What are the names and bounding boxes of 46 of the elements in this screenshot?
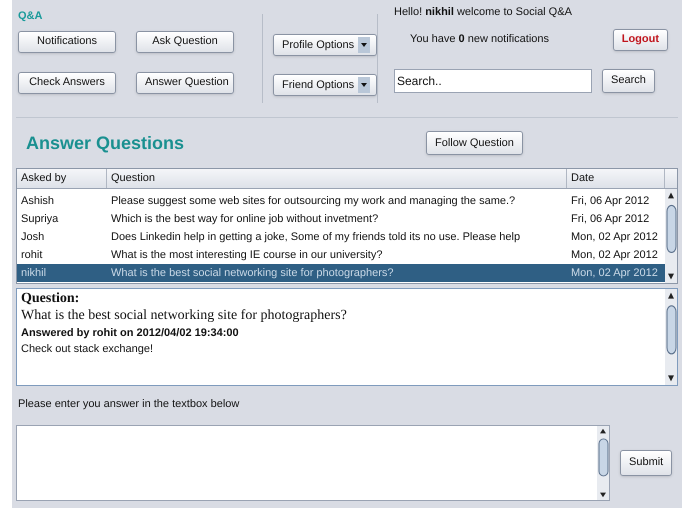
follow-question-button[interactable]: Follow Question [426,131,523,155]
table-scrollbar[interactable] [665,189,677,283]
table-row[interactable]: rohit What is the most interesting IE course in our university? Mon, 02 Apr 2012 [17,246,665,264]
search-field[interactable]: Search.. [394,68,592,92]
section-heading: Answer Questions [26,132,186,154]
options-dropdown[interactable]: Profile Options [273,34,377,56]
table-row[interactable]: nikhil What is the best social networking site for photographers? Mon, 02 Apr 2012 [17,264,665,282]
answer-prompt: Please enter you answer in the textbox below [17,397,240,412]
search-button[interactable]: Search [602,68,655,92]
table-cell-text: nikhil [20,266,48,281]
nav-button[interactable]: Check Answers [18,72,116,94]
options-dropdown[interactable]: Friend Options [273,74,377,96]
table-cell-text: What is the most interesting IE course in our university? [110,248,384,263]
column-header[interactable]: Question [107,169,567,188]
table-cell-text: Please suggest some web sites for outsourcing my work and managing the same.? [110,194,516,209]
nav-button[interactable]: Notifications [18,30,116,52]
column-header[interactable]: Asked by [17,169,107,188]
table-cell-text: Fri, 06 Apr 2012 [570,212,650,227]
question-label: Question: [21,291,80,307]
table-cell-text: Mon, 02 Apr 2012 [570,230,659,245]
table-cell-text: Mon, 02 Apr 2012 [570,266,659,281]
table-row[interactable]: Supriya Which is the best way for online job without invetment? Fri, 06 Apr 2012 [17,210,665,228]
app-title: Q&A [18,9,44,24]
nav-button[interactable]: Ask Question [136,30,234,52]
table-cell-text: Mon, 02 Apr 2012 [570,248,659,263]
answered-by-text: Answered by rohit on 2012/04/02 19:34:00 [21,326,240,341]
textbox-scrollbar[interactable] [597,426,609,500]
table-row[interactable]: Ashish Please suggest some web sites for outsourcing my work and managing the same.? Fri, 06 Apr 2012 [17,192,665,210]
nav-button[interactable]: Answer Question [136,72,234,94]
notifications-text: You have 0 new notifications [410,32,550,48]
table-cell-text: Supriya [20,212,60,227]
greeting-text: Hello! nikhil welcome to Social Q&A [394,5,573,20]
table-row[interactable]: Josh Does Linkedin help in getting a joke, Some of my friends told its no use. Please help Mon, 02 Apr 2012 [17,228,665,246]
logout-button[interactable]: Logout [612,28,668,50]
table-cell-text: Ashish [20,194,56,209]
table-cell-text: Fri, 06 Apr 2012 [570,194,650,209]
table-cell-text: Josh [20,230,46,245]
answer-text: Check out stack exchange! [21,342,154,357]
column-header[interactable]: Date [567,169,665,188]
detail-scrollbar[interactable] [665,289,677,385]
table-cell-text: What is the best social networking site for photographers? [110,266,394,281]
question-text: What is the best social networking site for photographers? [21,307,348,325]
table-cell-text: rohit [20,248,44,263]
table-cell-text: Does Linkedin help in getting a joke, Some of my friends told its no use. Please help [110,230,522,245]
submit-button[interactable]: Submit [620,450,672,476]
table-cell-text: Which is the best way for online job without invetment? [110,212,380,227]
